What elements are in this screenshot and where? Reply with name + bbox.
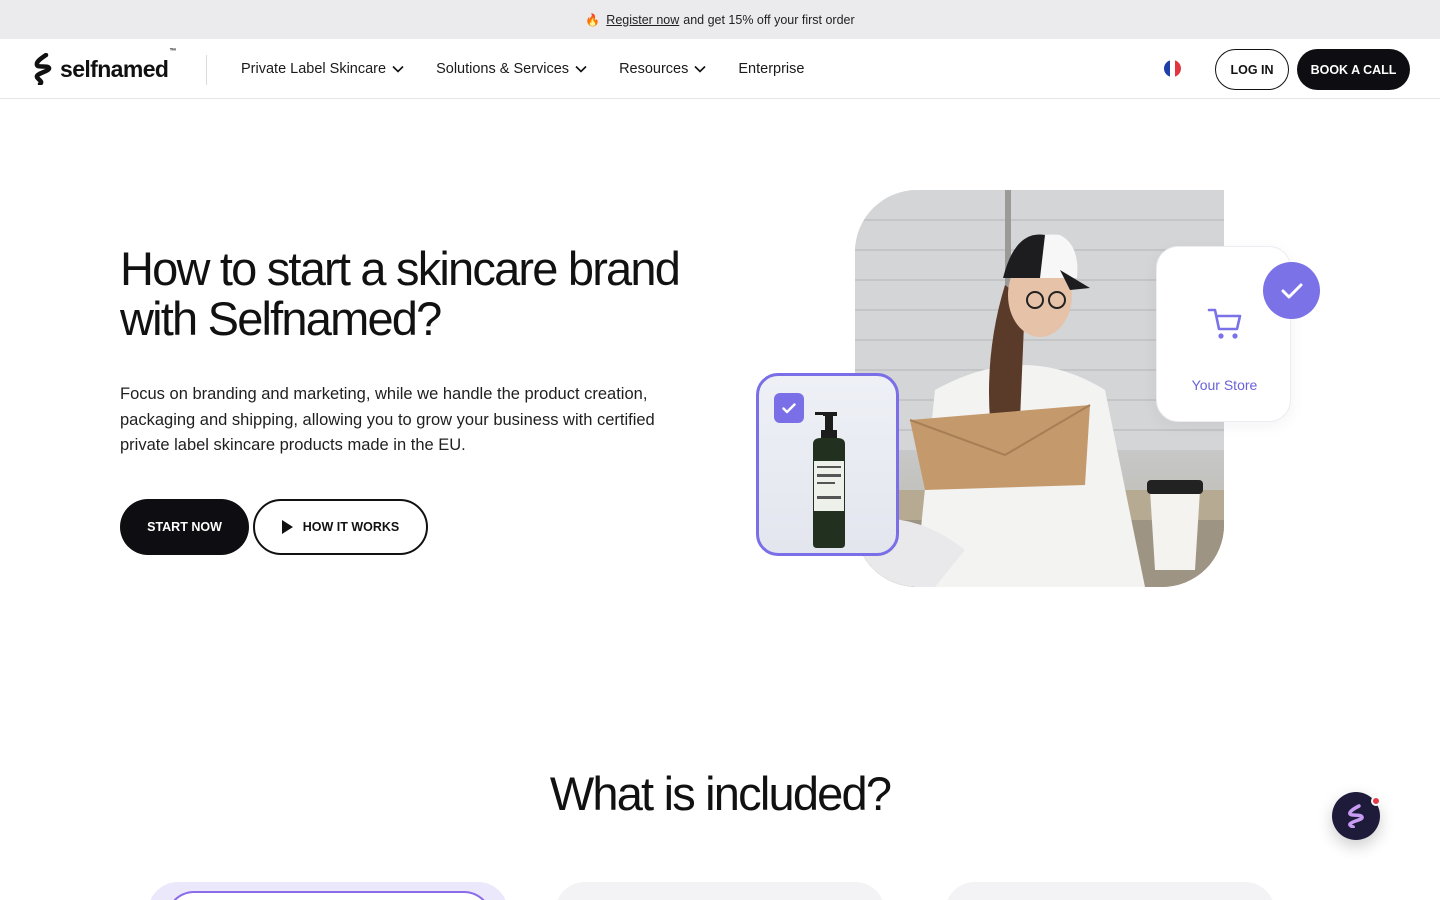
chevron-down-icon [392,65,404,73]
section-title: What is included? [549,767,892,820]
nav-private-label-skincare[interactable]: Private Label Skincare [241,61,404,77]
shopping-cart-icon [1207,308,1242,339]
your-store-label: Your Store [1191,377,1258,393]
start-now-button[interactable]: START NOW [120,499,249,555]
book-a-call-button[interactable]: BOOK A CALL [1297,49,1410,90]
checkbox-checked-icon [774,393,804,423]
how-it-works-button[interactable]: HOW IT WORKS [253,499,428,555]
included-card-inner [166,891,492,900]
fire-icon: 🔥 [585,12,601,27]
pump-bottle-image [813,412,845,548]
chevron-down-icon [575,65,587,73]
french-flag-icon[interactable] [1164,60,1181,77]
header-divider [206,55,207,85]
site-header: selfnamed™ Private Label Skincare Soluti… [0,39,1440,99]
product-card[interactable] [756,373,899,556]
checkmark-badge-icon [1263,262,1320,319]
chevron-down-icon [694,65,706,73]
main-nav: Private Label Skincare Solutions & Servi… [241,39,836,99]
play-icon [281,520,293,534]
nav-label: Enterprise [738,61,805,77]
nav-enterprise[interactable]: Enterprise [738,61,804,77]
announcement-bar: 🔥 Register now and get 15% off your firs… [0,0,1440,39]
hero-title: How to start a skincare brand with Selfn… [120,242,681,345]
register-link[interactable]: Register now [606,13,679,27]
logo[interactable]: selfnamed™ [32,47,176,85]
selfnamed-logo-icon [34,53,52,85]
chat-logo-icon [1348,804,1364,828]
nav-label: Resources [619,61,689,77]
nav-label: Solutions & Services [436,61,570,77]
announcement-text: and get 15% off your first order [683,12,855,27]
included-card [945,882,1275,900]
notification-dot [1371,796,1381,806]
hero-description: Focus on branding and marketing, while w… [120,385,655,454]
logo-text: selfnamed™ [60,47,176,82]
nav-label: Private Label Skincare [241,61,387,77]
included-card [555,882,885,900]
how-it-works-label: HOW IT WORKS [302,520,400,534]
nav-resources[interactable]: Resources [619,61,706,77]
nav-solutions-services[interactable]: Solutions & Services [436,61,587,77]
login-button[interactable]: LOG IN [1215,49,1289,90]
